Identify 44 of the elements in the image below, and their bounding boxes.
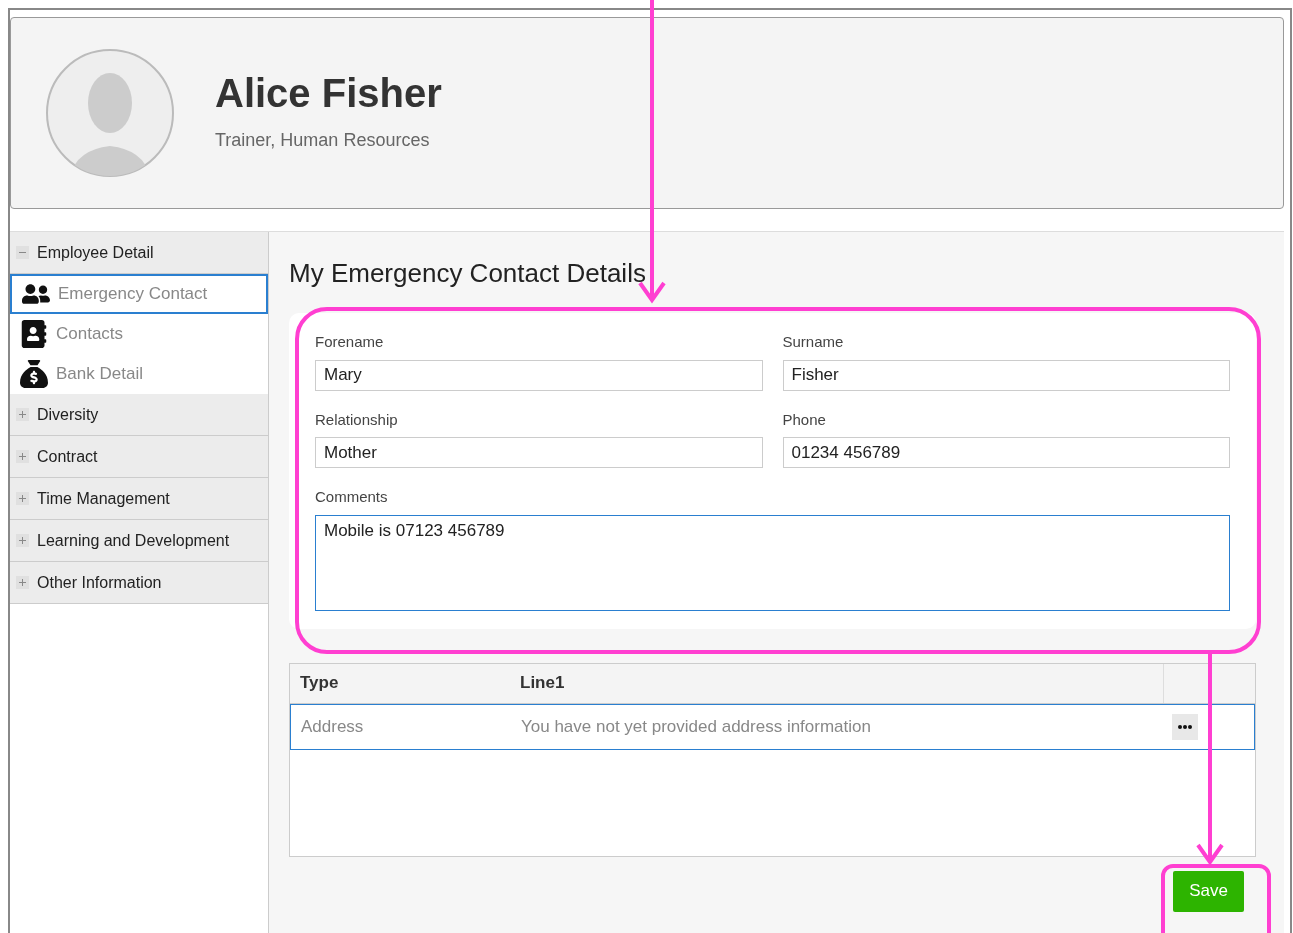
section-label: Time Management bbox=[37, 488, 170, 509]
section-label: Diversity bbox=[37, 404, 99, 425]
sidebar-section[interactable]: Other Information bbox=[10, 562, 268, 604]
item-label: Emergency Contact bbox=[58, 283, 208, 306]
field-label: Surname bbox=[782, 332, 845, 352]
section-label: Learning and Development bbox=[37, 530, 230, 551]
text-field[interactable]: Mother bbox=[315, 437, 763, 468]
field-label: Comments bbox=[315, 487, 389, 507]
more-icon bbox=[1178, 724, 1192, 729]
expand-icon bbox=[16, 450, 29, 463]
table-cell-text: You have not yet provided address information bbox=[520, 715, 872, 738]
item-label: Contacts bbox=[56, 323, 124, 346]
expand-icon bbox=[16, 408, 29, 421]
sidebar-section[interactable]: Time Management bbox=[10, 478, 268, 520]
text-field[interactable]: 01234 456789 bbox=[782, 437, 1230, 468]
expand-icon bbox=[16, 492, 29, 505]
money-bag-icon bbox=[20, 360, 48, 388]
field-label: Forename bbox=[315, 332, 385, 352]
field-label: Phone bbox=[782, 409, 827, 430]
contact-card-icon bbox=[20, 320, 48, 348]
section-label: Contract bbox=[37, 446, 98, 467]
profile-name: Alice Fisher bbox=[215, 72, 442, 113]
sidebar-item[interactable]: Emergency Contact bbox=[10, 274, 268, 314]
text-field[interactable]: Mary bbox=[315, 359, 763, 391]
expand-icon bbox=[16, 534, 29, 547]
profile-subtitle: Trainer, Human Resources bbox=[215, 128, 431, 152]
sidebar-section[interactable]: Employee Detail bbox=[10, 232, 268, 274]
column-header: Type bbox=[299, 672, 340, 695]
sidebar-section[interactable]: Diversity bbox=[10, 394, 268, 436]
table-row[interactable]: Address You have not yet provided address information bbox=[290, 703, 1255, 750]
text-field[interactable]: Fisher bbox=[782, 359, 1230, 391]
column-header: Line1 bbox=[519, 672, 566, 695]
sidebar-section[interactable]: Contract bbox=[10, 436, 268, 478]
more-button[interactable] bbox=[1172, 713, 1198, 740]
sidebar-section[interactable]: Learning and Development bbox=[10, 520, 268, 562]
section-label: Other Information bbox=[37, 572, 162, 593]
field-label: Relationship bbox=[315, 409, 399, 430]
collapse-icon bbox=[16, 246, 29, 259]
item-label: Bank Detail bbox=[56, 363, 143, 386]
section-label: Employee Detail bbox=[37, 242, 154, 263]
page-title: My Emergency Contact Details bbox=[289, 257, 647, 290]
expand-icon bbox=[16, 576, 29, 589]
comments-field[interactable]: Mobile is 07123 456789 bbox=[315, 514, 1230, 611]
table-cell-text: Address bbox=[300, 715, 365, 738]
